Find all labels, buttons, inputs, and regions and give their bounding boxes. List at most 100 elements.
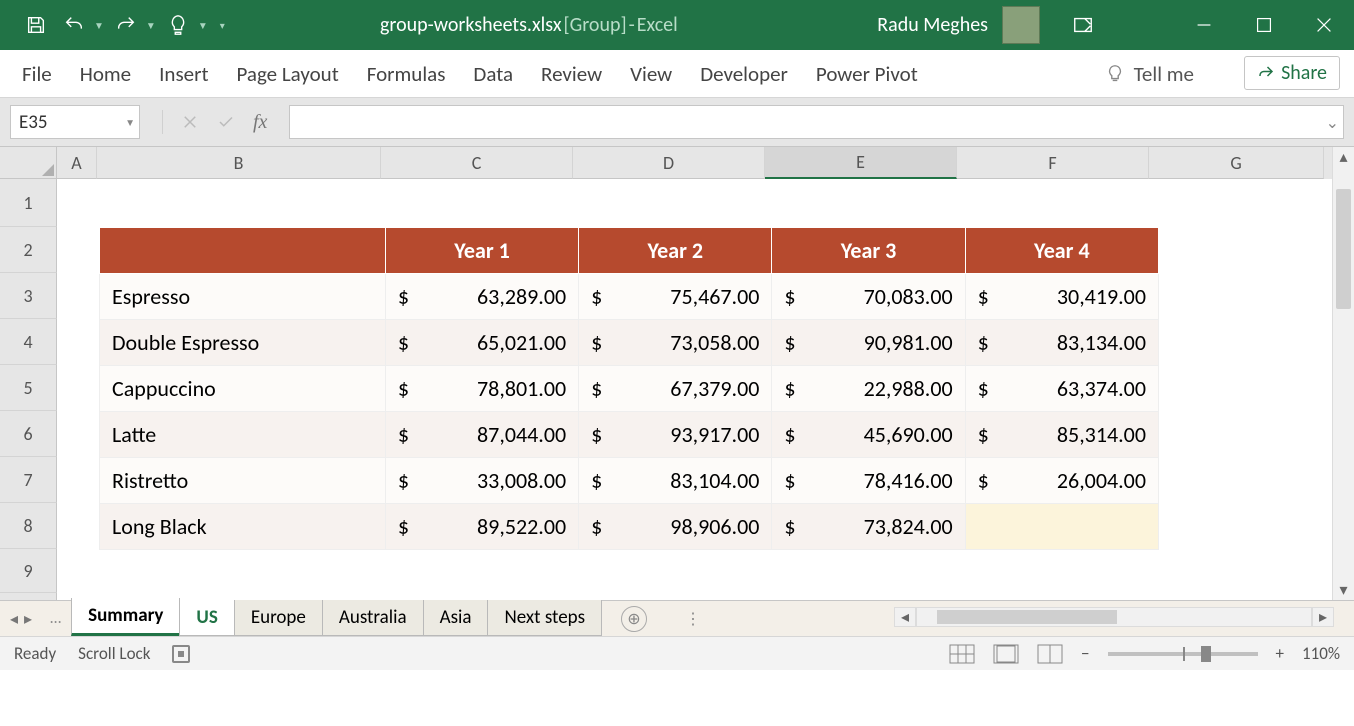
row-header-1[interactable]: 1	[0, 179, 57, 227]
zoom-slider-thumb[interactable]	[1201, 646, 1211, 662]
zoom-in-button[interactable]: +	[1276, 643, 1284, 664]
tab-power-pivot[interactable]: Power Pivot	[812, 55, 922, 93]
row-header-3[interactable]: 3	[0, 273, 57, 319]
sheet-tab-australia[interactable]: Australia	[322, 600, 424, 636]
vertical-scrollbar[interactable]: ▴ ▾	[1332, 147, 1354, 600]
row-label[interactable]: Long Black	[100, 504, 386, 550]
save-button[interactable]	[20, 9, 52, 41]
cell[interactable]: $63,289.00	[385, 274, 578, 320]
hscroll-left-icon[interactable]: ◂	[894, 607, 916, 627]
macro-record-icon[interactable]	[172, 645, 190, 663]
hscroll-track[interactable]	[916, 607, 1312, 627]
row-header-7[interactable]: 7	[0, 457, 57, 503]
row-label[interactable]: Double Espresso	[100, 320, 386, 366]
cell[interactable]: $75,467.00	[579, 274, 772, 320]
tab-view[interactable]: View	[626, 55, 676, 93]
cell[interactable]: $93,917.00	[579, 412, 772, 458]
row-header-2[interactable]: 2	[0, 227, 57, 273]
sheet-tab-us[interactable]: US	[179, 600, 234, 636]
row-label[interactable]: Latte	[100, 412, 386, 458]
view-page-break-icon[interactable]	[1037, 644, 1063, 664]
row-header-5[interactable]: 5	[0, 365, 57, 411]
row-header-6[interactable]: 6	[0, 411, 57, 457]
sheet-nav-prev-icon[interactable]: ◂	[10, 609, 18, 629]
cell[interactable]: $83,104.00	[579, 458, 772, 504]
sheet-tab-summary[interactable]: Summary	[71, 598, 180, 636]
undo-dropdown-icon[interactable]: ▼	[94, 19, 104, 32]
horizontal-scrollbar[interactable]: ◂ ▸	[894, 605, 1334, 629]
redo-button[interactable]	[110, 9, 142, 41]
sheet-overflow[interactable]: …	[42, 609, 71, 628]
tab-review[interactable]: Review	[537, 55, 606, 93]
minimize-button[interactable]	[1174, 0, 1234, 50]
column-header-D[interactable]: D	[573, 147, 765, 179]
tab-page-layout[interactable]: Page Layout	[232, 55, 342, 93]
redo-dropdown-icon[interactable]: ▼	[146, 19, 156, 32]
lightbulb-icon[interactable]	[162, 9, 194, 41]
column-header-E[interactable]: E	[765, 147, 957, 179]
new-sheet-button[interactable]: ⊕	[621, 606, 647, 632]
tab-data[interactable]: Data	[469, 55, 517, 93]
tab-split-handle[interactable]: ⋮	[677, 609, 711, 629]
tab-home[interactable]: Home	[76, 55, 135, 93]
formula-input[interactable]: ⌄	[289, 105, 1344, 139]
row-label[interactable]: Espresso	[100, 274, 386, 320]
hscroll-right-icon[interactable]: ▸	[1312, 607, 1334, 627]
cell[interactable]: $90,981.00	[772, 320, 965, 366]
cell[interactable]: $45,690.00	[772, 412, 965, 458]
select-all-corner[interactable]	[0, 147, 57, 179]
scroll-thumb[interactable]	[1336, 189, 1351, 309]
sheet-tab-next-steps[interactable]: Next steps	[487, 600, 602, 636]
cell[interactable]: $63,374.00	[965, 366, 1158, 412]
sheet-nav-next-icon[interactable]: ▸	[24, 609, 32, 629]
cell[interactable]: $87,044.00	[385, 412, 578, 458]
fx-icon[interactable]: fx	[253, 111, 267, 134]
undo-button[interactable]	[58, 9, 90, 41]
zoom-out-button[interactable]: −	[1081, 643, 1089, 664]
view-normal-icon[interactable]	[949, 644, 975, 664]
enter-icon[interactable]	[217, 113, 235, 131]
row-header-8[interactable]: 8	[0, 503, 57, 549]
cell[interactable]: $78,416.00	[772, 458, 965, 504]
cell[interactable]	[965, 504, 1158, 550]
cell[interactable]: $98,906.00	[579, 504, 772, 550]
row-header-4[interactable]: 4	[0, 319, 57, 365]
bulb-dropdown-icon[interactable]: ▼	[198, 19, 208, 32]
cell[interactable]: $33,008.00	[385, 458, 578, 504]
cell[interactable]: $67,379.00	[579, 366, 772, 412]
cell[interactable]: $83,134.00	[965, 320, 1158, 366]
row-label[interactable]: Cappuccino	[100, 366, 386, 412]
column-header-G[interactable]: G	[1149, 147, 1324, 179]
share-button[interactable]: Share	[1244, 56, 1340, 90]
cell[interactable]: $30,419.00	[965, 274, 1158, 320]
close-button[interactable]	[1294, 0, 1354, 50]
row-header-9[interactable]: 9	[0, 549, 57, 593]
avatar[interactable]	[1002, 6, 1040, 44]
qat-customize-icon[interactable]: ▾	[220, 19, 225, 32]
row-label[interactable]: Ristretto	[100, 458, 386, 504]
zoom-slider[interactable]	[1108, 652, 1258, 656]
cancel-icon[interactable]	[181, 113, 199, 131]
scroll-down-icon[interactable]: ▾	[1333, 580, 1354, 600]
cell[interactable]: $73,058.00	[579, 320, 772, 366]
name-box[interactable]: E35 ▼	[10, 105, 140, 139]
cell[interactable]: $85,314.00	[965, 412, 1158, 458]
view-page-layout-icon[interactable]	[993, 644, 1019, 664]
ribbon-options-icon[interactable]	[1072, 14, 1094, 36]
cells-area[interactable]: Year 1 Year 2 Year 3 Year 4 Espresso$63,…	[57, 179, 1332, 600]
cell[interactable]: $73,824.00	[772, 504, 965, 550]
sheet-tab-europe[interactable]: Europe	[234, 600, 323, 636]
chevron-down-icon[interactable]: ▼	[125, 116, 135, 129]
zoom-level[interactable]: 110%	[1302, 643, 1340, 664]
maximize-button[interactable]	[1234, 0, 1294, 50]
cell[interactable]: $89,522.00	[385, 504, 578, 550]
column-header-B[interactable]: B	[97, 147, 381, 179]
cell[interactable]: $22,988.00	[772, 366, 965, 412]
sheet-tab-asia[interactable]: Asia	[423, 600, 489, 636]
expand-formula-bar-icon[interactable]: ⌄	[1326, 113, 1339, 133]
column-header-C[interactable]: C	[381, 147, 573, 179]
hscroll-thumb[interactable]	[937, 610, 1117, 624]
cell[interactable]: $65,021.00	[385, 320, 578, 366]
cell[interactable]: $70,083.00	[772, 274, 965, 320]
tab-file[interactable]: File	[18, 55, 56, 93]
